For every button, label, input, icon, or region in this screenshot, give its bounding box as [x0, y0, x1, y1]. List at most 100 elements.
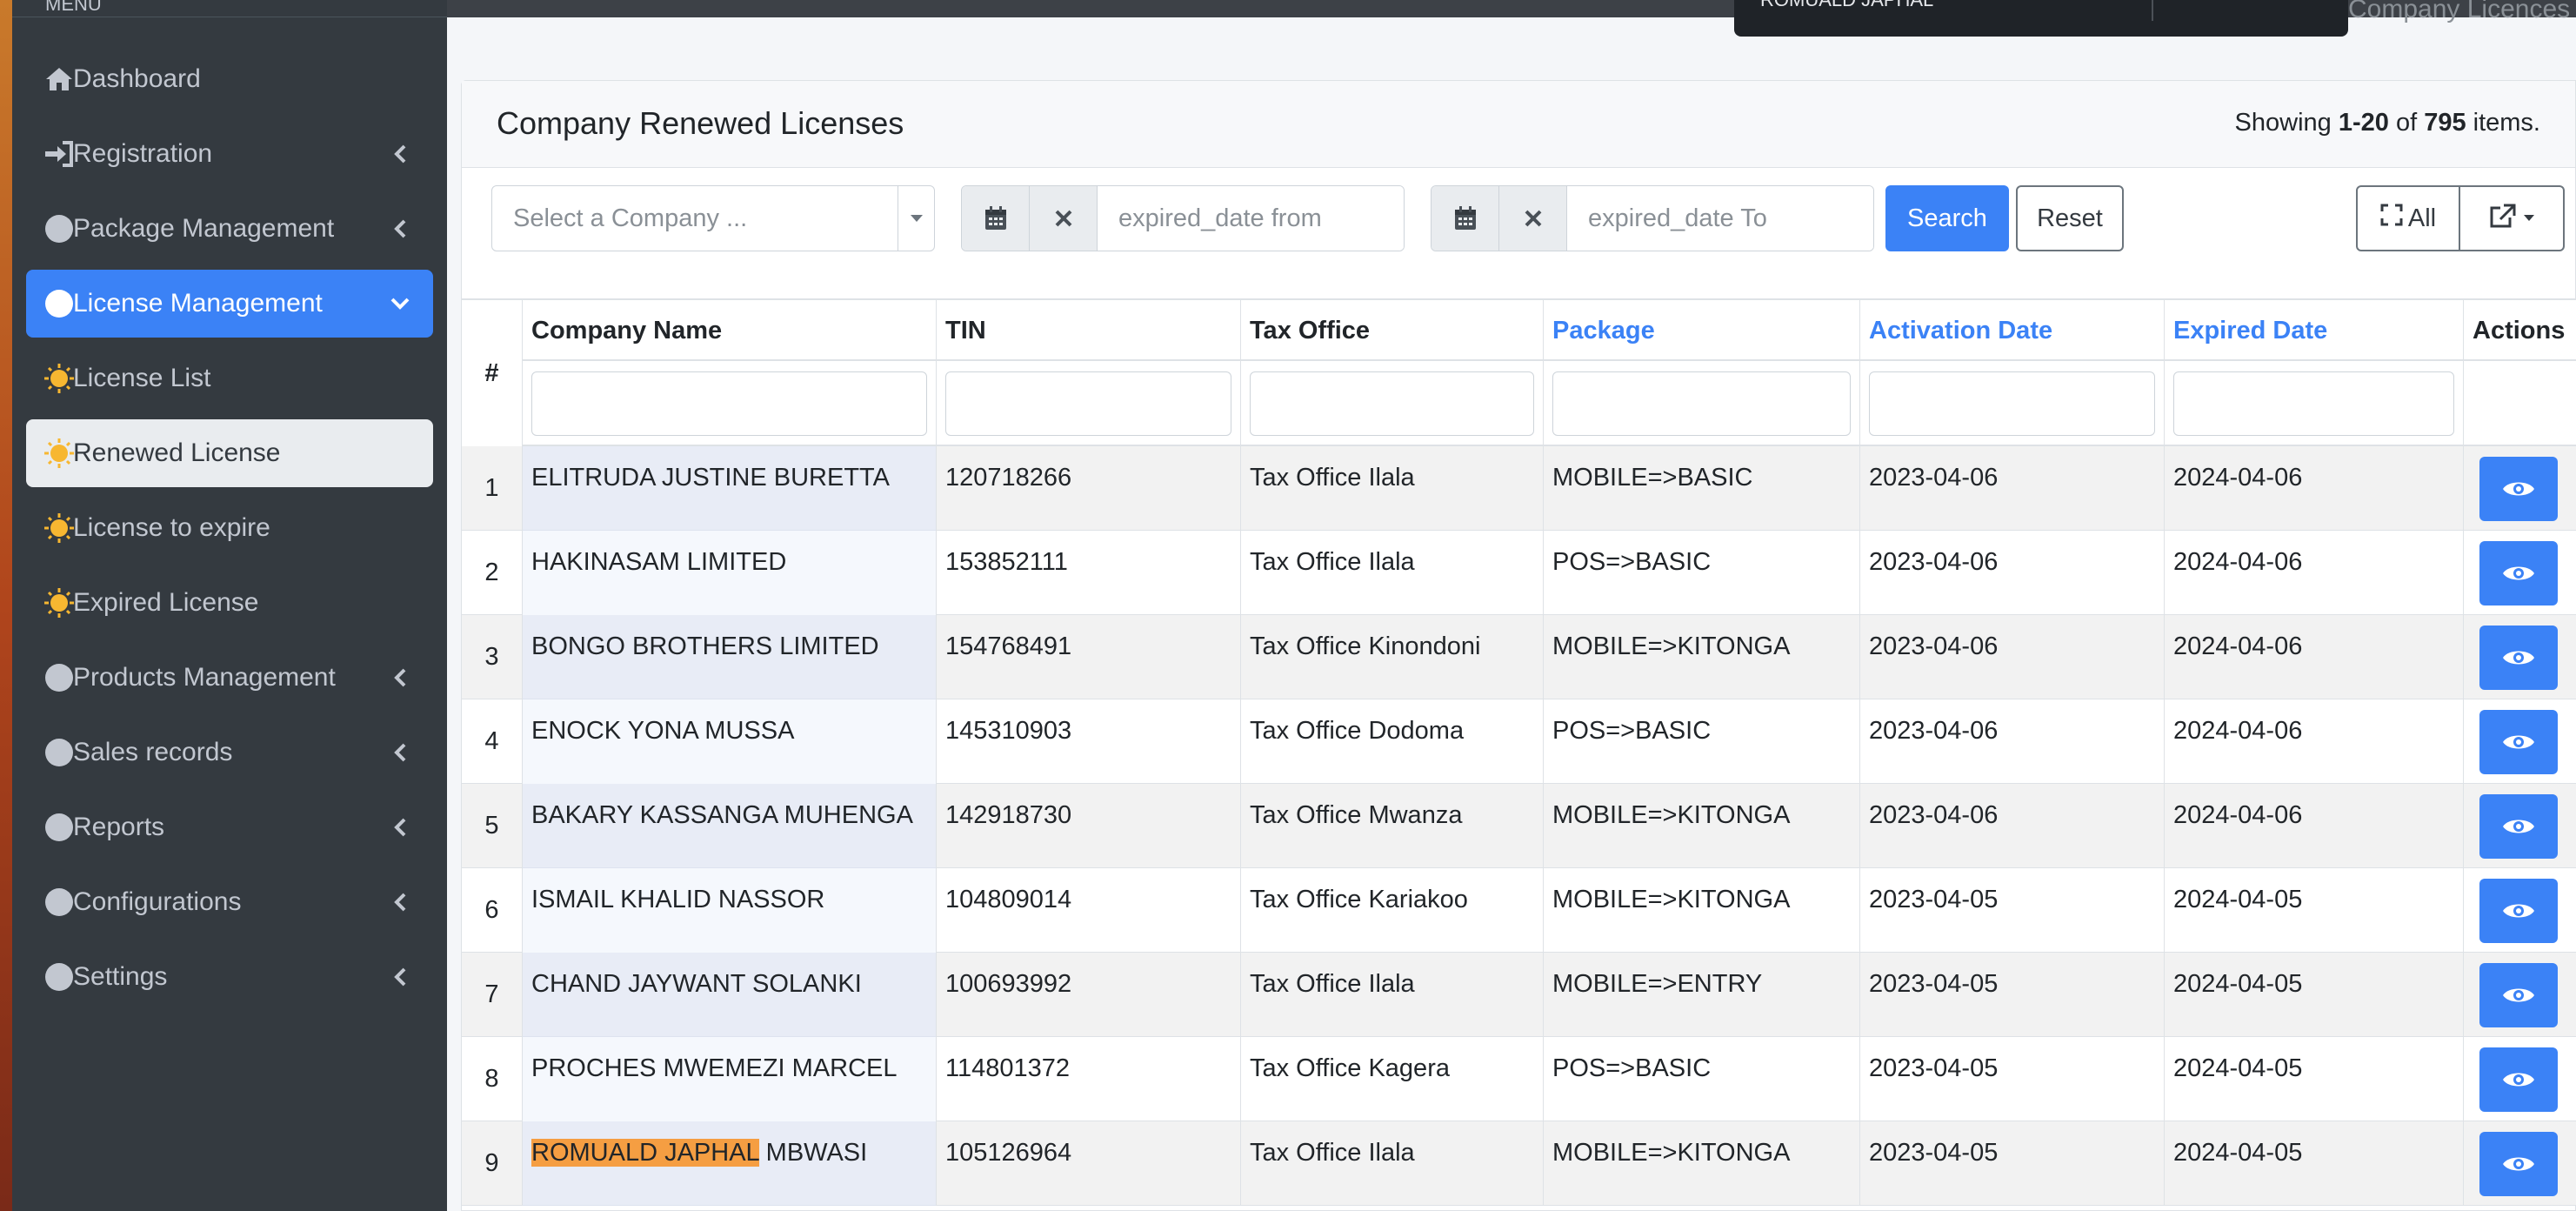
- sidebar-item-package-management[interactable]: Package Management: [26, 195, 433, 263]
- breadcrumb[interactable]: Company Licences: [2348, 0, 2570, 24]
- view-button[interactable]: [2479, 794, 2558, 859]
- package-cell: POS=>BASIC: [1544, 699, 1860, 784]
- sidebar-item-label: Settings: [73, 962, 168, 991]
- reset-button[interactable]: Reset: [2016, 185, 2124, 251]
- circle-icon: [43, 213, 75, 244]
- eye-icon: [2503, 1157, 2534, 1171]
- company-name-cell: CHAND JAYWANT SOLANKI: [523, 953, 937, 1037]
- expired-date-to-input[interactable]: expired_date To: [1567, 186, 1873, 251]
- chevron-down-icon: [388, 291, 412, 316]
- column-header-tin[interactable]: TIN: [937, 300, 1241, 361]
- view-button[interactable]: [2479, 457, 2558, 521]
- row-index: 3: [462, 615, 523, 699]
- tin-cell: 104809014: [937, 868, 1241, 953]
- external-link-icon: [2488, 204, 2516, 234]
- sidebar-item-label: Reports: [73, 813, 165, 841]
- sidebar-item-configurations[interactable]: Configurations: [26, 868, 433, 936]
- filter-row: [462, 361, 2576, 446]
- tin-cell: 153852111: [937, 531, 1241, 615]
- calendar-icon[interactable]: [962, 186, 1030, 251]
- table-row: 7 CHAND JAYWANT SOLANKI 100693992 Tax Of…: [462, 953, 2576, 1037]
- sidebar-menu-header: MENU: [12, 0, 447, 17]
- tax-office-cell: Tax Office Kinondoni: [1241, 615, 1544, 699]
- activation-date-cell: 2023-04-06: [1860, 446, 2165, 531]
- filter-cell: [1241, 361, 1544, 446]
- sidebar-item-label: License to expire: [73, 513, 270, 542]
- column-header-activation-date[interactable]: Activation Date: [1860, 300, 2165, 361]
- calendar-icon[interactable]: [1431, 186, 1499, 251]
- table-row: 1 ELITRUDA JUSTINE BURETTA 120718266 Tax…: [462, 446, 2576, 531]
- table-row: 2 HAKINASAM LIMITED 153852111 Tax Office…: [462, 531, 2576, 615]
- company-name-filter-input[interactable]: [531, 371, 927, 436]
- sidebar-item-sales-records[interactable]: Sales records: [26, 719, 433, 786]
- sun-icon: [43, 587, 75, 619]
- sidebar-item-label: Configurations: [73, 887, 242, 916]
- view-button[interactable]: [2479, 541, 2558, 606]
- company-name-rest: MBWASI: [758, 1139, 868, 1167]
- company-name-cell: ENOCK YONA MUSSA: [523, 699, 937, 784]
- sidebar: MENU Dashboard Registration Package Mana…: [12, 0, 447, 1211]
- row-index: 5: [462, 784, 523, 868]
- eye-icon: [2503, 1073, 2534, 1087]
- sidebar-item-label: License List: [73, 364, 211, 392]
- sidebar-item-settings[interactable]: Settings: [26, 943, 433, 1011]
- expired-date-filter-input[interactable]: [2173, 371, 2454, 436]
- sidebar-item-expired-license[interactable]: Expired License: [26, 569, 433, 637]
- view-button[interactable]: [2479, 626, 2558, 690]
- clear-icon[interactable]: [1030, 186, 1098, 251]
- package-cell: POS=>BASIC: [1544, 531, 1860, 615]
- eye-icon: [2503, 820, 2534, 833]
- search-button[interactable]: Search: [1885, 185, 2009, 251]
- activation-date-cell: 2023-04-05: [1860, 1121, 2165, 1206]
- page-title: Company Renewed Licenses: [497, 105, 904, 141]
- tin-cell: 154768491: [937, 615, 1241, 699]
- licenses-table: Company Name TIN Tax Office Package Acti…: [462, 298, 2576, 1211]
- show-all-button[interactable]: All: [2356, 185, 2460, 251]
- sidebar-item-license-management[interactable]: License Management: [26, 270, 433, 338]
- activation-date-filter-input[interactable]: [1869, 371, 2155, 436]
- column-header-tax-office[interactable]: Tax Office: [1241, 300, 1544, 361]
- eye-icon: [2503, 904, 2534, 918]
- sidebar-item-renewed-license[interactable]: Renewed License: [26, 419, 433, 487]
- table-row: 5 BAKARY KASSANGA MUHENGA 142918730 Tax …: [462, 784, 2576, 868]
- sidebar-item-registration[interactable]: Registration: [26, 120, 433, 188]
- expired-date-from-input[interactable]: expired_date from: [1098, 186, 1404, 251]
- view-button[interactable]: [2479, 1132, 2558, 1196]
- eye-icon: [2503, 651, 2534, 665]
- caret-down-icon[interactable]: [898, 186, 934, 251]
- sidebar-item-reports[interactable]: Reports: [26, 793, 433, 861]
- package-cell: MOBILE=>KITONGA: [1544, 868, 1860, 953]
- expired-date-cell: 2024-04-05: [2165, 868, 2464, 953]
- sidebar-item-label: Renewed License: [73, 438, 281, 467]
- circle-icon: [43, 961, 75, 993]
- view-button[interactable]: [2479, 879, 2558, 943]
- tin-cell: 142918730: [937, 784, 1241, 868]
- tin-filter-input[interactable]: [945, 371, 1231, 436]
- sidebar-item-dashboard[interactable]: Dashboard: [26, 45, 433, 113]
- tax-office-filter-input[interactable]: [1250, 371, 1534, 436]
- sidebar-item-products-management[interactable]: Products Management: [26, 644, 433, 712]
- row-index: 6: [462, 868, 523, 953]
- expired-date-cell: 2024-04-06: [2165, 615, 2464, 699]
- chevron-left-icon: [388, 142, 412, 166]
- column-header-expired-date[interactable]: Expired Date: [2165, 300, 2464, 361]
- view-button[interactable]: [2479, 1047, 2558, 1112]
- activation-date-cell: 2023-04-06: [1860, 784, 2165, 868]
- column-header-company-name[interactable]: Company Name: [523, 300, 937, 361]
- view-button[interactable]: [2479, 963, 2558, 1027]
- package-filter-input[interactable]: [1552, 371, 1851, 436]
- export-dropdown-button[interactable]: [2460, 185, 2565, 251]
- activation-date-cell: 2023-04-06: [1860, 615, 2165, 699]
- clear-icon[interactable]: [1499, 186, 1567, 251]
- show-all-label: All: [2407, 204, 2437, 232]
- view-button[interactable]: [2479, 710, 2558, 774]
- sun-icon: [43, 438, 75, 469]
- sidebar-item-license-to-expire[interactable]: License to expire: [26, 494, 433, 562]
- sidebar-item-license-list[interactable]: License List: [26, 345, 433, 412]
- find-bar-text: ROMUALD JAPHAL: [1760, 0, 1933, 10]
- row-index: 1: [462, 446, 523, 531]
- company-select[interactable]: Select a Company ...: [491, 185, 935, 251]
- column-header-package[interactable]: Package: [1544, 300, 1860, 361]
- table-row: 3 BONGO BROTHERS LIMITED 154768491 Tax O…: [462, 615, 2576, 699]
- company-select-placeholder: Select a Company ...: [513, 204, 748, 232]
